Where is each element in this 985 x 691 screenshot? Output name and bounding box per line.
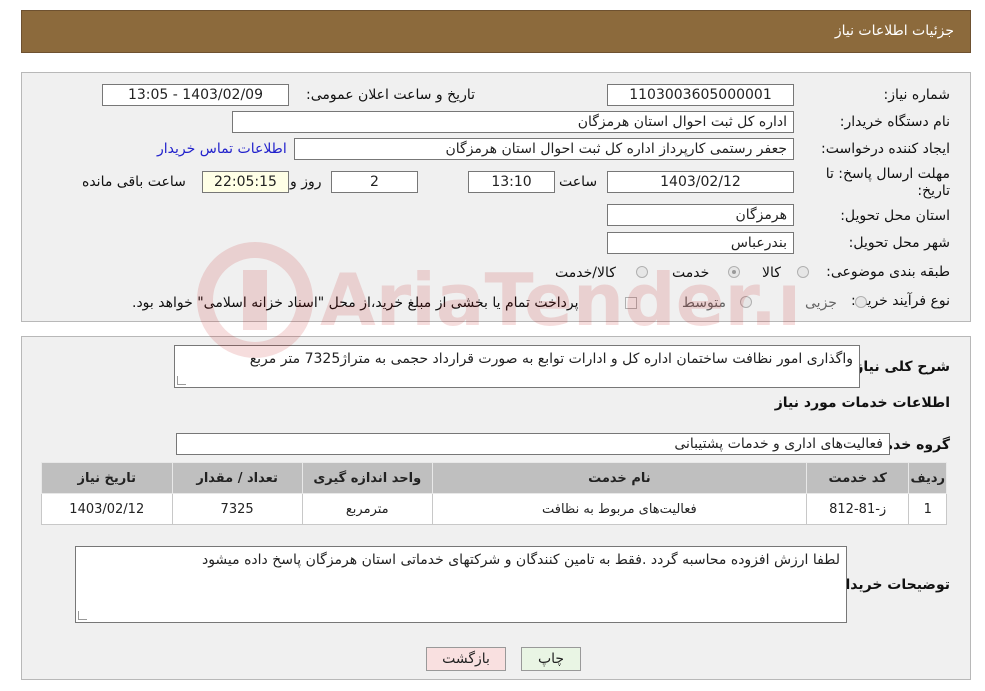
service-code-cell: ز-81-812 [805, 493, 910, 525]
province-field: هرمزگان [607, 204, 794, 226]
remaining-label: ساعت باقی مانده [82, 174, 186, 190]
deadline-date-field: 1403/02/12 [607, 171, 794, 193]
description-label: شرح کلی نیاز: [849, 359, 950, 375]
buyer-org-label: نام دستگاه خریدار: [839, 114, 950, 130]
category-radio-goods[interactable] [797, 266, 809, 278]
deadline-time-label: ساعت [559, 174, 598, 190]
category-option-goods: کالا [762, 265, 781, 281]
need-date-cell: 1403/02/12 [41, 493, 173, 525]
unit-cell: مترمربع [301, 493, 433, 525]
details-panel: شماره نیاز: 1103003605000001 تاریخ و ساع… [21, 72, 971, 322]
need-number-label: شماره نیاز: [883, 87, 951, 103]
table-header-row: ردیف کد خدمت نام خدمت واحد اندازه گیری ت… [41, 462, 947, 494]
category-radio-goods-service[interactable] [636, 266, 648, 278]
category-option-goods-service: کالا/خدمت [555, 265, 616, 281]
category-label: طبقه بندی موضوعی: [826, 264, 950, 280]
need-number-field: 1103003605000001 [607, 84, 794, 106]
province-label: استان محل تحویل: [840, 208, 950, 224]
col-row-header: ردیف [908, 462, 947, 494]
announce-label: تاریخ و ساعت اعلان عمومی: [306, 87, 475, 103]
process-option-minor: جزیی [805, 295, 837, 311]
col-date-header: تاریخ نیاز [41, 462, 173, 494]
quantity-cell: 7325 [171, 493, 303, 525]
category-radio-service[interactable] [728, 266, 740, 278]
deadline-label-1: مهلت ارسال پاسخ: تا [825, 166, 950, 182]
payment-note: پرداخت تمام یا بخشی از مبلغ خرید،از محل … [132, 295, 579, 311]
buyer-notes-text: لطفا ارزش افزوده محاسبه گردد .فقط به تام… [201, 552, 840, 568]
resize-grip-icon[interactable] [78, 611, 87, 620]
days-label: روز و [290, 174, 322, 190]
service-group-field: فعالیت‌های اداری و خدمات پشتیبانی [176, 433, 890, 455]
deadline-time-field: 13:10 [468, 171, 555, 193]
col-name-header: نام خدمت [431, 462, 807, 494]
requester-label: ایجاد کننده درخواست: [821, 141, 950, 157]
days-field: 2 [331, 171, 418, 193]
buyer-contact-link[interactable]: اطلاعات تماس خریدار [157, 141, 287, 157]
payment-checkbox[interactable] [625, 297, 637, 309]
process-option-medium: متوسط [682, 295, 726, 311]
col-code-header: کد خدمت [805, 462, 910, 494]
description-text: واگذاری امور نظافت ساختمان اداره کل و اد… [249, 351, 853, 367]
buyer-notes-label: توضیحات خریدار: [831, 577, 950, 593]
city-field: بندرعباس [607, 232, 794, 254]
requester-field: جعفر رستمی کارپرداز اداره کل ثبت احوال ا… [294, 138, 794, 160]
page-header: جزئیات اطلاعات نیاز [21, 10, 971, 53]
table-row: 1 ز-81-812 فعالیت‌های مربوط به نظافت متر… [41, 493, 947, 525]
services-title: اطلاعات خدمات مورد نیاز [774, 395, 950, 411]
col-qty-header: تعداد / مقدار [171, 462, 303, 494]
resize-grip-icon[interactable] [177, 376, 186, 385]
city-label: شهر محل تحویل: [848, 235, 950, 251]
remaining-time-field: 22:05:15 [202, 171, 289, 193]
category-option-service: خدمت [672, 265, 710, 281]
col-unit-header: واحد اندازه گیری [301, 462, 433, 494]
process-radio-medium[interactable] [740, 296, 752, 308]
description-textarea: واگذاری امور نظافت ساختمان اداره کل و اد… [174, 345, 860, 388]
announce-field: 1403/02/09 - 13:05 [102, 84, 289, 106]
service-name-cell: فعالیت‌های مربوط به نظافت [431, 493, 807, 525]
buyer-notes-textarea: لطفا ارزش افزوده محاسبه گردد .فقط به تام… [75, 546, 847, 623]
deadline-label-2: تاریخ: [917, 183, 950, 199]
print-button[interactable]: چاپ [521, 647, 581, 671]
page-title: جزئیات اطلاعات نیاز [834, 23, 954, 39]
back-button[interactable]: بازگشت [426, 647, 506, 671]
summary-panel: شرح کلی نیاز: واگذاری امور نظافت ساختمان… [21, 336, 971, 680]
buyer-org-field: اداره کل ثبت احوال استان هرمزگان [232, 111, 794, 133]
row-index-cell: 1 [908, 493, 947, 525]
services-table: ردیف کد خدمت نام خدمت واحد اندازه گیری ت… [41, 462, 947, 525]
process-radio-minor[interactable] [855, 296, 867, 308]
